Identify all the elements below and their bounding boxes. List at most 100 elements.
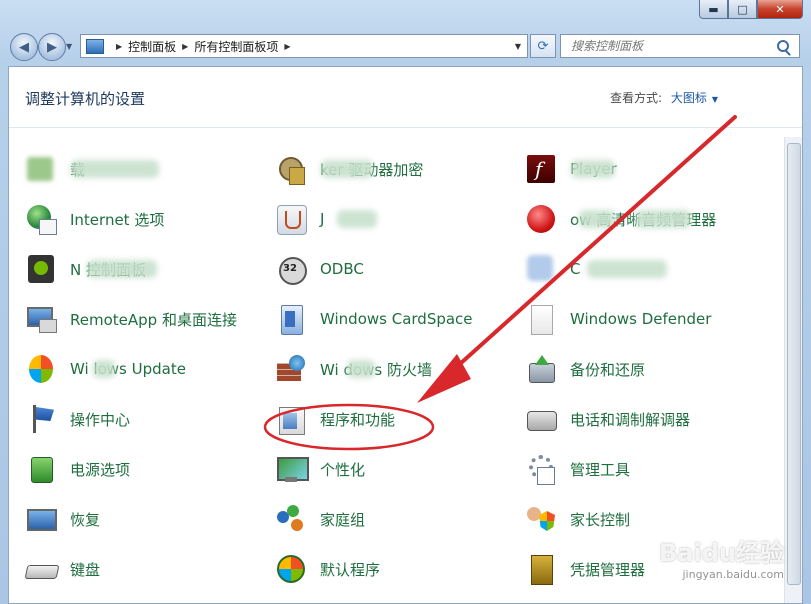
recovery-icon[interactable] bbox=[25, 503, 57, 535]
control-panel-item-label[interactable]: 家庭组 bbox=[320, 509, 365, 530]
backup-restore-icon[interactable] bbox=[525, 353, 557, 385]
credential-manager-icon[interactable] bbox=[525, 553, 557, 585]
remoteapp-icon[interactable] bbox=[25, 303, 57, 335]
homegroup-icon[interactable] bbox=[275, 503, 307, 535]
view-by-dropdown[interactable]: 大图标 ▼ bbox=[671, 89, 718, 106]
back-button[interactable]: ◀ bbox=[10, 33, 38, 61]
icon-part bbox=[289, 167, 305, 185]
cardspace-icon[interactable] bbox=[275, 303, 307, 335]
search-box[interactable] bbox=[560, 34, 800, 58]
control-panel-item[interactable]: 家长控制 bbox=[525, 501, 765, 537]
control-panel-item[interactable]: 电话和调制解调器 bbox=[525, 401, 765, 437]
control-panel-item-label[interactable]: 个性化 bbox=[320, 459, 365, 480]
recent-pages-dropdown[interactable]: ▼ bbox=[66, 42, 72, 51]
control-panel-item[interactable]: N 控制面板 bbox=[25, 251, 265, 287]
address-dropdown-icon[interactable]: ▼ bbox=[515, 42, 521, 51]
scrollbar-thumb[interactable] bbox=[787, 143, 801, 585]
control-panel-item-label[interactable]: 电源选项 bbox=[70, 459, 130, 480]
control-panel-item-label[interactable]: Wi lows Update bbox=[70, 360, 186, 378]
default-programs-icon[interactable] bbox=[275, 553, 307, 585]
control-panel-item[interactable]: 程序和功能 bbox=[275, 401, 515, 437]
control-panel-item[interactable]: Wi lows Update bbox=[25, 351, 265, 387]
parental-controls-icon[interactable] bbox=[525, 503, 557, 535]
realtek-audio-icon[interactable] bbox=[525, 203, 557, 235]
view-by-value[interactable]: 大图标 bbox=[671, 91, 707, 105]
control-panel-item[interactable]: C bbox=[525, 251, 765, 287]
breadcrumb-control-panel[interactable]: 控制面板 bbox=[128, 38, 176, 55]
control-panel-item[interactable]: 管理工具 bbox=[525, 451, 765, 487]
java-icon[interactable] bbox=[275, 203, 307, 235]
control-panel-item[interactable]: 载 bbox=[25, 151, 265, 187]
content-header: 调整计算机的设置 查看方式: 大图标 ▼ bbox=[9, 67, 802, 128]
control-panel-item-label[interactable]: 凭据管理器 bbox=[570, 559, 645, 580]
windows-update-icon[interactable] bbox=[25, 353, 57, 385]
control-panel-item[interactable]: 备份和还原 bbox=[525, 351, 765, 387]
control-panel-item[interactable]: 家庭组 bbox=[275, 501, 515, 537]
keyboard-icon[interactable] bbox=[24, 553, 60, 585]
control-panel-item-label[interactable]: 恢复 bbox=[70, 509, 100, 530]
control-panel-item[interactable]: Windows Defender bbox=[525, 301, 765, 337]
minimize-button[interactable]: ▬ bbox=[699, 0, 728, 19]
chevron-right-icon[interactable]: ▶ bbox=[182, 42, 188, 51]
control-panel-item-label[interactable]: 程序和功能 bbox=[320, 409, 395, 430]
control-panel-item[interactable]: 恢复 bbox=[25, 501, 265, 537]
control-panel-item[interactable]: 32 ODBC bbox=[275, 251, 515, 287]
control-panel-item-label[interactable]: 电话和调制解调器 bbox=[570, 409, 690, 430]
control-panel-item[interactable]: Wi dows 防火墙 bbox=[275, 351, 515, 387]
control-panel-item[interactable]: RemoteApp 和桌面连接 bbox=[25, 301, 265, 337]
control-panel-item-label[interactable]: Windows Defender bbox=[570, 310, 711, 328]
chevron-down-icon[interactable]: ▼ bbox=[712, 95, 718, 104]
icon-part bbox=[529, 363, 555, 383]
programs-features-icon[interactable] bbox=[275, 403, 307, 435]
control-panel-item[interactable]: 电源选项 bbox=[25, 451, 265, 487]
personalization-icon[interactable] bbox=[275, 453, 309, 485]
control-panel-item[interactable]: J bbox=[275, 201, 515, 237]
control-panel-item[interactable]: Windows CardSpace bbox=[275, 301, 515, 337]
admin-tools-icon[interactable] bbox=[525, 453, 557, 485]
control-panel-item[interactable]: f Player bbox=[525, 151, 765, 187]
control-panel-item-label[interactable]: ODBC bbox=[320, 260, 364, 278]
chevron-right-icon[interactable]: ▶ bbox=[116, 42, 122, 51]
control-panel-item-label[interactable]: C bbox=[570, 260, 580, 278]
control-panel-item-label[interactable]: Windows CardSpace bbox=[320, 310, 473, 328]
control-panel-item-label[interactable]: 备份和还原 bbox=[570, 359, 645, 380]
control-panel-item[interactable]: 默认程序 bbox=[275, 551, 515, 587]
vertical-scrollbar[interactable] bbox=[784, 137, 802, 603]
control-panel-item-label[interactable]: 键盘 bbox=[70, 559, 100, 580]
bitlocker-icon[interactable] bbox=[275, 153, 307, 185]
firewall-icon[interactable] bbox=[275, 353, 307, 385]
control-panel-item[interactable]: ow 高清晰音频管理器 bbox=[525, 201, 765, 237]
control-panel-item-label[interactable]: 管理工具 bbox=[570, 459, 630, 480]
odbc-icon[interactable]: 32 bbox=[275, 253, 307, 285]
address-bar[interactable]: ▶ 控制面板 ▶ 所有控制面板项 ▶ ▼ bbox=[80, 34, 528, 58]
flash-icon-blurred[interactable] bbox=[25, 153, 57, 185]
chevron-right-icon[interactable]: ▶ bbox=[284, 42, 290, 51]
control-panel-item-label[interactable]: 操作中心 bbox=[70, 409, 130, 430]
maximize-button[interactable]: □ bbox=[728, 0, 757, 19]
control-panel-item[interactable]: 键盘 bbox=[24, 551, 265, 587]
control-panel-item[interactable]: Internet 选项 bbox=[25, 201, 265, 237]
close-button[interactable]: ✕ bbox=[757, 0, 803, 19]
forward-button[interactable]: ▶ bbox=[38, 33, 66, 61]
nvidia-icon[interactable] bbox=[25, 253, 57, 285]
action-center-icon[interactable] bbox=[25, 403, 57, 435]
windows-defender-icon[interactable] bbox=[525, 303, 557, 335]
control-panel-item[interactable]: ker 驱动器加密 bbox=[275, 151, 515, 187]
credentials-blurred-icon[interactable] bbox=[525, 253, 557, 285]
search-input[interactable] bbox=[569, 38, 777, 54]
breadcrumb-all-items[interactable]: 所有控制面板项 bbox=[194, 38, 278, 55]
search-icon[interactable] bbox=[777, 40, 789, 52]
control-panel-item-label[interactable]: J bbox=[320, 210, 324, 228]
refresh-button[interactable]: ⟳ bbox=[530, 34, 556, 58]
control-panel-item-label[interactable]: Wi dows 防火墙 bbox=[320, 359, 432, 380]
internet-options-icon[interactable] bbox=[25, 203, 57, 235]
control-panel-item[interactable]: 个性化 bbox=[275, 451, 515, 487]
flash-player-icon[interactable]: f bbox=[525, 153, 557, 185]
control-panel-item[interactable]: 操作中心 bbox=[25, 401, 265, 437]
phone-modem-icon[interactable] bbox=[525, 403, 557, 435]
power-options-icon[interactable] bbox=[25, 453, 57, 485]
control-panel-item-label[interactable]: Internet 选项 bbox=[70, 209, 164, 230]
control-panel-item-label[interactable]: 默认程序 bbox=[320, 559, 380, 580]
control-panel-item-label[interactable]: RemoteApp 和桌面连接 bbox=[70, 309, 237, 330]
control-panel-item-label[interactable]: 家长控制 bbox=[570, 509, 630, 530]
